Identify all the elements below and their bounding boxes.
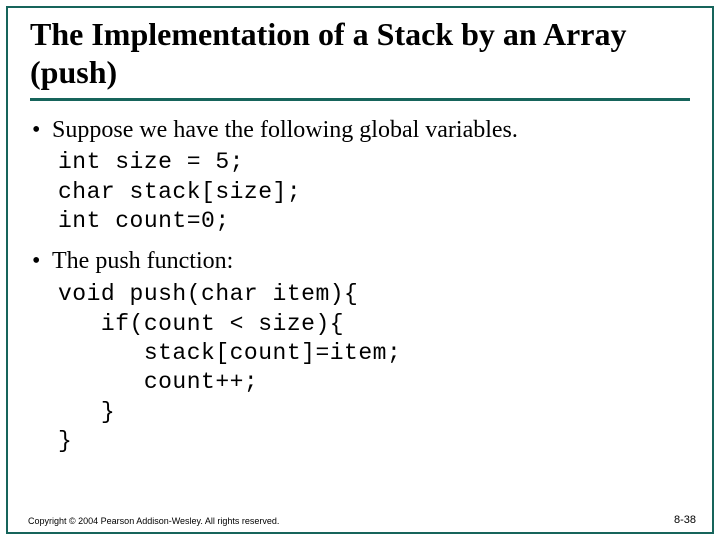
code-line: int size = 5; [58,149,244,175]
code-line: int count=0; [58,208,230,234]
copyright-text: Copyright © 2004 Pearson Addison-Wesley.… [28,516,279,526]
code-line: } [58,428,72,454]
code-line: char stack[size]; [58,179,301,205]
slide-content: The Implementation of a Stack by an Arra… [8,8,712,532]
code-line: count++; [58,369,258,395]
code-block-globals: int size = 5; char stack[size]; int coun… [58,148,690,236]
bullet-text-1: Suppose we have the following global var… [52,117,518,143]
code-block-push: void push(char item){ if(count < size){ … [58,280,690,457]
code-line: } [58,399,115,425]
page-number: 8-38 [674,514,696,526]
bullet-text-2: The push function: [52,248,233,274]
code-line: if(count < size){ [58,311,344,337]
bullet-item-2: The push function: [30,246,690,278]
bullet-list: Suppose we have the following global var… [30,115,690,147]
code-line: void push(char item){ [58,281,358,307]
slide-title: The Implementation of a Stack by an Arra… [30,16,690,101]
bullet-list: The push function: [30,246,690,278]
code-line: stack[count]=item; [58,340,401,366]
bullet-item-1: Suppose we have the following global var… [30,115,690,147]
